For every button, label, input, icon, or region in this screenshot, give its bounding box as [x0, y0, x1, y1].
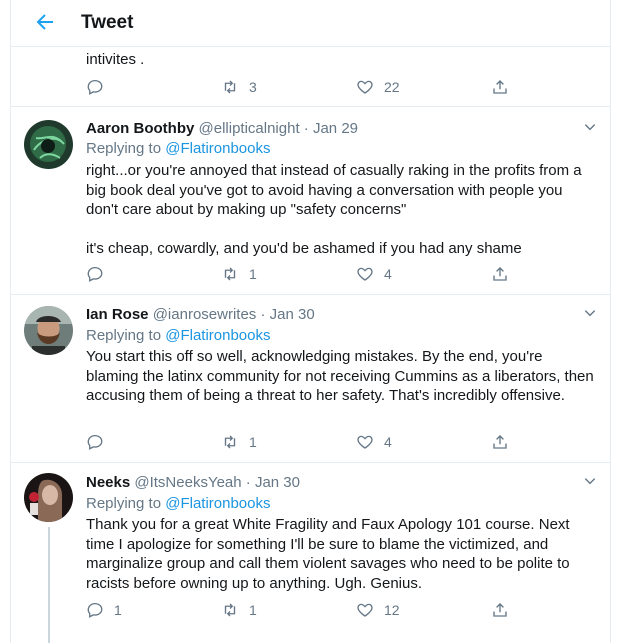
retweet-count: 1	[249, 602, 257, 618]
thread-line	[48, 527, 50, 643]
like-button[interactable]: 4	[356, 432, 392, 452]
like-count: 12	[384, 602, 400, 618]
replying-to: Replying to @Flatironbooks	[86, 495, 271, 512]
reply-button[interactable]	[86, 432, 114, 452]
tweet-text: intivites .	[86, 51, 145, 68]
author-name[interactable]: Neeks	[86, 474, 130, 491]
tweet-date[interactable]: Jan 29	[313, 120, 358, 137]
like-icon	[357, 603, 373, 617]
author-handle[interactable]: @ItsNeeksYeah	[134, 474, 241, 491]
separator: ·	[260, 306, 266, 323]
reply-button[interactable]: 1	[86, 600, 122, 620]
timeline-column: Tweet intivites . 3 22 Aaron Boothby @el…	[10, 0, 611, 643]
back-arrow-icon[interactable]	[33, 10, 57, 34]
share-button[interactable]	[491, 77, 519, 97]
share-icon	[493, 267, 507, 281]
replying-to-label: Replying to	[86, 495, 162, 512]
retweet-count: 3	[249, 79, 257, 95]
replying-to-label: Replying to	[86, 327, 162, 344]
share-icon	[493, 80, 507, 94]
like-button[interactable]: 12	[356, 600, 400, 620]
retweet-button[interactable]: 1	[221, 432, 257, 452]
share-icon	[493, 435, 507, 449]
retweet-icon	[224, 435, 236, 449]
avatar[interactable]	[24, 473, 73, 522]
like-icon	[357, 80, 373, 94]
reply-button[interactable]	[86, 77, 114, 97]
reply-icon	[87, 266, 103, 282]
like-count: 4	[384, 266, 392, 282]
retweet-icon	[224, 80, 236, 94]
share-icon	[493, 603, 507, 617]
separator: ·	[245, 474, 251, 491]
share-button[interactable]	[491, 600, 519, 620]
tweet-top[interactable]: intivites . 3 22	[11, 47, 610, 107]
tweet-meta: Aaron Boothby @ellipticalnight · Jan 29	[86, 120, 358, 137]
tweet-text: You start this off so well, acknowledgin…	[86, 348, 598, 404]
tweet-meta: Ian Rose @ianrosewrites · Jan 30	[86, 306, 315, 323]
author-handle[interactable]: @ianrosewrites	[153, 306, 257, 323]
replying-to: Replying to @Flatironbooks	[86, 140, 271, 157]
reply-icon	[87, 602, 103, 618]
reply-icon	[87, 79, 103, 95]
tweet-text: right...or you're annoyed that instead o…	[86, 162, 582, 257]
retweet-button[interactable]: 3	[221, 77, 257, 97]
author-name[interactable]: Aaron Boothby	[86, 120, 194, 137]
replying-to-link[interactable]: @Flatironbooks	[165, 140, 270, 157]
chevron-down-icon[interactable]	[583, 474, 597, 488]
tweet-reply[interactable]: Aaron Boothby @ellipticalnight · Jan 29 …	[11, 107, 610, 295]
retweet-button[interactable]: 1	[221, 264, 257, 284]
tweet-date[interactable]: Jan 30	[255, 474, 300, 491]
retweet-icon	[224, 603, 236, 617]
like-icon	[357, 435, 373, 449]
replying-to-label: Replying to	[86, 140, 162, 157]
replying-to-link[interactable]: @Flatironbooks	[165, 327, 270, 344]
chevron-down-icon[interactable]	[583, 306, 597, 320]
reply-icon	[87, 434, 103, 450]
reply-count: 1	[114, 602, 122, 618]
share-button[interactable]	[491, 432, 519, 452]
tweet-meta: Neeks @ItsNeeksYeah · Jan 30	[86, 474, 300, 491]
tweet-reply[interactable]: Ian Rose @ianrosewrites · Jan 30 Replyin…	[11, 295, 610, 463]
chevron-down-icon[interactable]	[583, 120, 597, 134]
retweet-button[interactable]: 1	[221, 600, 257, 620]
like-button[interactable]: 22	[356, 77, 400, 97]
author-name[interactable]: Ian Rose	[86, 306, 149, 323]
separator: ·	[303, 120, 309, 137]
like-icon	[357, 267, 373, 281]
author-handle[interactable]: @ellipticalnight	[199, 120, 300, 137]
reply-button[interactable]	[86, 264, 114, 284]
share-button[interactable]	[491, 264, 519, 284]
like-button[interactable]: 4	[356, 264, 392, 284]
retweet-count: 1	[249, 266, 257, 282]
tweet-text: Thank you for a great White Fragility an…	[86, 516, 574, 592]
replying-to-link[interactable]: @Flatironbooks	[165, 495, 270, 512]
tweet-date[interactable]: Jan 30	[270, 306, 315, 323]
avatar[interactable]	[24, 306, 73, 355]
retweet-icon	[224, 267, 236, 281]
avatar[interactable]	[24, 120, 73, 169]
replying-to: Replying to @Flatironbooks	[86, 327, 271, 344]
like-count: 22	[384, 79, 400, 95]
page-title: Tweet	[81, 12, 134, 33]
header: Tweet	[11, 0, 610, 47]
retweet-count: 1	[249, 434, 257, 450]
tweet-reply[interactable]: Neeks @ItsNeeksYeah · Jan 30 Replying to…	[11, 463, 610, 643]
like-count: 4	[384, 434, 392, 450]
